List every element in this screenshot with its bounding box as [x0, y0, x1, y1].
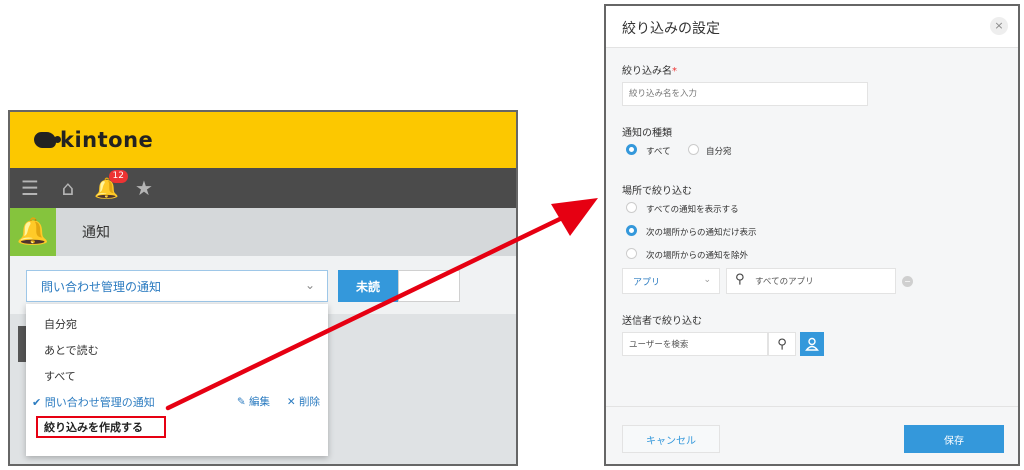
filter-name-label: 絞り込み名* [622, 62, 677, 77]
kintone-app-window: kintone ☰ ⌂ 🔔 12 ★ 🔔 通知 問い合わせ管理の通知 ⌄ 未読 … [8, 110, 518, 466]
notification-count-badge: 12 [108, 170, 128, 183]
user-search-button[interactable]: ⚲ [768, 332, 796, 356]
secondary-filter-button[interactable] [398, 270, 460, 302]
logo-text: kintone [60, 128, 154, 152]
filter-select-value: 問い合わせ管理の通知 [41, 279, 162, 294]
pencil-icon: ✎ [236, 396, 249, 408]
chevron-down-icon: ⌄ [703, 275, 711, 285]
radio-location-exclude[interactable] [626, 248, 637, 259]
radio-location-only[interactable] [626, 225, 637, 236]
notification-type-label: 通知の種類 [622, 128, 672, 139]
radio-type-all-label: すべて [646, 147, 671, 157]
edit-label: 編集 [249, 396, 270, 408]
app-type-select-value: アプリ [633, 277, 661, 288]
radio-location-show-all[interactable] [626, 202, 637, 213]
filter-select[interactable]: 問い合わせ管理の通知 ⌄ [26, 270, 328, 302]
dropdown-item-active[interactable]: ✔ 問い合わせ管理の通知 [32, 394, 155, 410]
location-filter-label: 場所で絞り込む [622, 186, 692, 197]
chevron-down-icon: ⌄ [304, 278, 315, 292]
radio-location-exclude-label: 次の場所からの通知を除外 [646, 251, 749, 261]
user-picker-button[interactable] [800, 332, 824, 356]
app-type-select[interactable]: アプリ ⌄ [622, 268, 720, 294]
filter-name-label-text: 絞り込み名 [622, 66, 672, 77]
notification-bell-icon[interactable]: 🔔 12 [94, 170, 128, 198]
edit-filter-link[interactable]: ✎ 編集 [237, 394, 270, 409]
page-title: 通知 [82, 225, 110, 241]
favorites-star-icon[interactable]: ★ [132, 178, 156, 198]
dialog-header: 絞り込みの設定 × [606, 6, 1018, 48]
user-search-input[interactable]: ユーザーを検索 [622, 332, 768, 356]
create-filter-label: 絞り込みを作成する [44, 421, 143, 434]
home-icon[interactable]: ⌂ [56, 178, 80, 198]
remove-location-icon[interactable]: − [902, 276, 913, 287]
app-search-field[interactable]: ⚲ すべてのアプリ [726, 268, 896, 294]
create-filter-button[interactable]: 絞り込みを作成する [36, 416, 166, 438]
notification-content: 問い合わせ管理の通知 ⌄ 未読 自分宛 あとで読む すべて ✔ 問い合わせ管理の… [10, 256, 516, 464]
dialog-title: 絞り込みの設定 [622, 21, 720, 37]
search-icon: ⚲ [777, 336, 787, 352]
cancel-button[interactable]: キャンセル [622, 425, 720, 453]
delete-label: 削除 [299, 396, 320, 408]
filter-settings-dialog: 絞り込みの設定 × 絞り込み名* 通知の種類 すべて 自分宛 場所で絞り込む す… [604, 4, 1020, 466]
app-header: kintone [10, 112, 516, 168]
dialog-footer: キャンセル 保存 [606, 406, 1018, 464]
radio-location-only-label: 次の場所からの通知だけ表示 [646, 228, 757, 238]
dropdown-item-all[interactable]: すべて [44, 368, 76, 384]
sender-filter-label: 送信者で絞り込む [622, 316, 702, 327]
close-icon[interactable]: × [990, 17, 1008, 35]
radio-type-self[interactable] [688, 144, 699, 155]
unread-filter-button[interactable]: 未読 [338, 270, 398, 302]
dropdown-item-self[interactable]: 自分宛 [44, 316, 77, 332]
page-titlebar: 🔔 通知 [10, 208, 516, 256]
kintone-logo[interactable]: kintone [34, 128, 153, 152]
radio-location-show-all-label: すべての通知を表示する [646, 205, 739, 215]
user-search-placeholder: ユーザーを検索 [629, 340, 689, 350]
filter-dropdown-menu: 自分宛 あとで読む すべて ✔ 問い合わせ管理の通知 ✎ 編集 ✕ 削除 絞り込… [26, 304, 328, 456]
user-icon [805, 337, 819, 351]
radio-type-self-label: 自分宛 [706, 147, 732, 157]
required-marker: * [672, 66, 677, 77]
kintone-logo-icon [34, 132, 61, 148]
dropdown-item-read-later[interactable]: あとで読む [44, 342, 99, 358]
close-icon: ✕ [286, 396, 299, 408]
search-icon: ⚲ [735, 272, 745, 287]
global-nav: ☰ ⌂ 🔔 12 ★ [10, 168, 516, 208]
app-search-value: すべてのアプリ [755, 277, 814, 287]
menu-icon[interactable]: ☰ [18, 178, 42, 198]
radio-type-all[interactable] [626, 144, 637, 155]
save-button[interactable]: 保存 [904, 425, 1004, 453]
filter-name-input[interactable] [622, 82, 868, 106]
checkmark-icon: ✔ [32, 396, 45, 409]
delete-filter-link[interactable]: ✕ 削除 [287, 394, 320, 409]
notification-page-icon: 🔔 [10, 208, 56, 256]
dropdown-item-active-label: 問い合わせ管理の通知 [44, 396, 155, 409]
